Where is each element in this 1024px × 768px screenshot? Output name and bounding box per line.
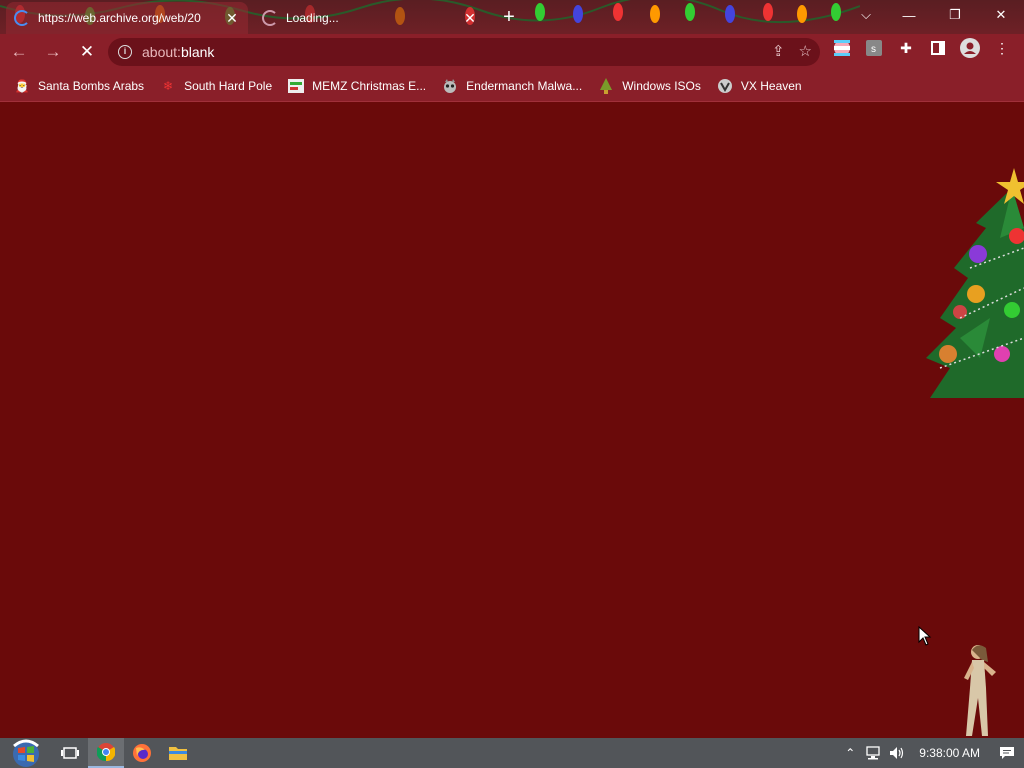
- firefox-icon: [133, 744, 151, 762]
- task-view-button[interactable]: [52, 738, 88, 768]
- tab-close-icon[interactable]: ✕: [224, 10, 240, 27]
- taskbar-clock[interactable]: 9:38:00 AM: [909, 746, 990, 760]
- puzzle-icon[interactable]: ✚: [896, 38, 916, 58]
- window-controls: ⌵ — ❐ ✕: [846, 0, 1024, 30]
- bookmark-label: Santa Bombs Arabs: [38, 78, 145, 93]
- vx-icon: [717, 78, 733, 94]
- star-icon[interactable]: ☆: [799, 42, 812, 60]
- tab-archive[interactable]: https://web.archive.org/web/20 ✕: [6, 2, 248, 34]
- s-extension-icon[interactable]: s: [864, 38, 884, 58]
- taskbar-firefox[interactable]: [124, 738, 160, 768]
- memz-icon: [288, 78, 305, 94]
- tab-strip: https://web.archive.org/web/20 ✕ Loading…: [0, 0, 1024, 34]
- tab-close-icon[interactable]: ✕: [462, 10, 478, 27]
- tree-icon: [598, 77, 614, 94]
- bookmark-label: MEMZ Christmas E...: [312, 78, 427, 93]
- dancing-figure-image: [964, 645, 996, 736]
- chevron-up-icon: ⌃: [845, 746, 856, 760]
- network-icon[interactable]: [861, 746, 885, 760]
- back-button[interactable]: ←: [4, 37, 34, 67]
- santa-icon: 🎅: [14, 78, 30, 93]
- bookmark-memz-christmas[interactable]: MEMZ Christmas E...: [288, 78, 426, 94]
- snowflake-icon: ❄: [163, 78, 174, 93]
- show-hidden-icons-button[interactable]: ⌃: [839, 746, 861, 760]
- stop-button[interactable]: ✕: [72, 37, 102, 67]
- page-content: [0, 102, 1024, 738]
- raccoon-icon: [442, 78, 458, 94]
- address-bar[interactable]: i about: blank ⇪ ☆: [108, 38, 820, 66]
- info-icon[interactable]: i: [118, 45, 132, 59]
- bookmark-label: Endermanch Malwa...: [466, 78, 583, 93]
- browser-toolbar: ← → ✕ i about: blank ⇪ ☆ s ✚ ⋮: [0, 34, 1024, 70]
- minimize-button[interactable]: —: [886, 0, 932, 30]
- windows-logo-icon: [13, 739, 39, 767]
- folder-icon: [169, 747, 187, 760]
- tab-title: https://web.archive.org/web/20: [38, 11, 201, 25]
- bookmark-label: Windows ISOs: [622, 78, 701, 93]
- close-window-button[interactable]: ✕: [978, 0, 1024, 30]
- task-view-icon: [61, 747, 79, 759]
- extensions-area: s ✚ ⋮: [832, 38, 1012, 58]
- bookmark-label: South Hard Pole: [184, 78, 273, 93]
- volume-icon[interactable]: [885, 746, 909, 760]
- christmas-tree-image: [926, 168, 1024, 398]
- url-scheme: about:: [142, 44, 181, 60]
- restore-button[interactable]: ❐: [932, 0, 978, 30]
- profile-avatar-icon[interactable]: [960, 38, 980, 58]
- notification-icon: [1000, 747, 1014, 759]
- system-tray: ⌃ 9:38:00 AM: [839, 738, 1024, 768]
- bookmark-santa-bombs-arabs[interactable]: 🎅 Santa Bombs Arabs: [14, 78, 145, 94]
- windows-taskbar: ⌃ 9:38:00 AM: [0, 738, 1024, 768]
- stop-icon: ✕: [79, 42, 95, 61]
- kebab-menu-icon[interactable]: ⋮: [992, 38, 1012, 58]
- bookmark-endermanch-malware[interactable]: Endermanch Malwa...: [442, 78, 582, 94]
- bookmark-windows-isos[interactable]: Windows ISOs: [598, 77, 701, 94]
- arrow-left-icon: ←: [10, 42, 28, 61]
- taskbar-chrome[interactable]: [88, 738, 124, 768]
- tab-loading[interactable]: Loading... ✕: [254, 2, 486, 34]
- tab-title: Loading...: [286, 11, 339, 25]
- taskbar-file-explorer[interactable]: [160, 738, 196, 768]
- chrome-icon: [97, 743, 115, 761]
- bookmarks-bar: 🎅 Santa Bombs Arabs ❄ South Hard Pole ME…: [0, 70, 1024, 102]
- svg-text:s: s: [871, 44, 876, 55]
- loading-favicon-icon: [262, 10, 278, 26]
- new-tab-button[interactable]: +: [498, 6, 520, 28]
- bookmark-south-hard-pole[interactable]: ❄ South Hard Pole: [160, 78, 272, 94]
- mouse-cursor-icon: [918, 626, 932, 646]
- bookmark-vx-heaven[interactable]: VX Heaven: [717, 78, 802, 94]
- bookmark-label: VX Heaven: [740, 78, 802, 93]
- loading-favicon-icon: [14, 10, 30, 26]
- arrow-right-icon: →: [44, 42, 62, 61]
- flag-extension-icon[interactable]: [832, 38, 852, 58]
- share-icon[interactable]: ⇪: [772, 42, 785, 60]
- side-panel-icon[interactable]: [928, 38, 948, 58]
- forward-button[interactable]: →: [38, 37, 68, 67]
- tab-search-button[interactable]: ⌵: [846, 0, 886, 30]
- url-host: blank: [180, 44, 215, 60]
- action-center-button[interactable]: [990, 746, 1024, 760]
- start-button[interactable]: [0, 738, 52, 768]
